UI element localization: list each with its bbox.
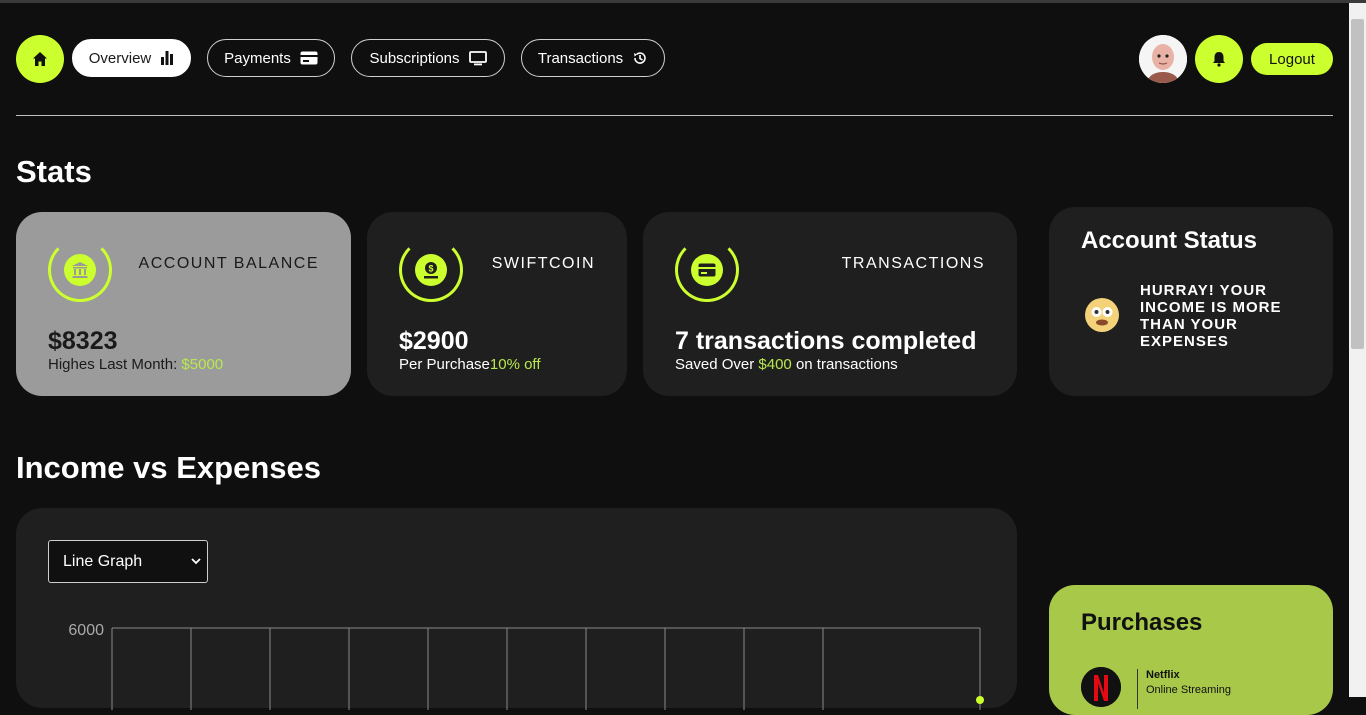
coin-icon: $ [424, 262, 438, 279]
purchase-divider [1137, 669, 1138, 709]
account-status-card: Account Status HURRAY! YOUR INCOME IS MO… [1049, 207, 1333, 396]
purchase-name: Netflix [1146, 669, 1180, 681]
tab-transactions-label: Transactions [537, 49, 624, 67]
graph-type-select[interactable]: Line Graph [48, 540, 208, 583]
bell-icon [1213, 52, 1225, 67]
transactions-ring [675, 238, 739, 302]
graph-type-select-value: Line Graph [63, 552, 143, 570]
user-avatar[interactable] [1139, 35, 1187, 83]
swiftcoin-card: $ SWIFTCOIN $2900 Per Purchase10% off [367, 212, 627, 396]
account-balance-title: ACCOUNT BALANCE [138, 255, 319, 272]
account-balance-sub: Highes Last Month: $5000 [48, 356, 223, 373]
tab-payments[interactable]: Payments [207, 39, 335, 77]
history-icon [634, 52, 646, 64]
account-balance-sub-text: Highes Last Month: [48, 356, 178, 373]
transactions-value: 7 transactions completed [675, 327, 977, 355]
tab-payments-label: Payments [224, 49, 291, 67]
home-button[interactable] [16, 35, 64, 83]
credit-card-icon [300, 51, 318, 65]
home-icon [33, 52, 47, 66]
header-divider [16, 115, 1333, 116]
avatar-image [1139, 35, 1187, 83]
scrollbar-thumb[interactable] [1351, 19, 1364, 349]
transactions-card: TRANSACTIONS 7 transactions completed Sa… [643, 212, 1017, 396]
tab-overview-label: Overview [88, 49, 152, 67]
smiley-emoji-icon [1085, 298, 1119, 332]
chevron-down-icon [191, 558, 201, 565]
notifications-button[interactable] [1195, 35, 1243, 83]
swiftcoin-sub-text: Per Purchase [399, 356, 490, 373]
account-balance-ring [48, 238, 112, 302]
monitor-icon [468, 50, 487, 65]
tab-subscriptions-label: Subscriptions [369, 49, 460, 67]
income-chart-card: Line Graph 6000 [16, 508, 1017, 710]
account-balance-sub-accent: $5000 [181, 356, 224, 373]
y-tick-label: 6000 [68, 622, 104, 639]
swiftcoin-ring: $ [399, 238, 463, 302]
tab-subscriptions[interactable]: Subscriptions [351, 39, 505, 77]
account-balance-card: ACCOUNT BALANCE $8323 Highes Last Month:… [16, 212, 351, 396]
svg-text:$: $ [428, 264, 433, 274]
transactions-sub-suffix: on transactions [795, 356, 898, 373]
tab-overview[interactable]: Overview [72, 39, 191, 77]
transactions-sub-accent: $400 [758, 356, 792, 373]
card-icon [698, 263, 716, 277]
transactions-sub-text: Saved Over [675, 356, 755, 373]
purchases-title: Purchases [1081, 609, 1203, 636]
account-balance-value: $8323 [48, 327, 118, 355]
stats-heading: Stats [16, 154, 92, 189]
logout-button[interactable]: Logout [1251, 43, 1333, 75]
page-scrollbar[interactable] [1349, 3, 1366, 697]
income-expenses-heading: Income vs Expenses [16, 450, 321, 485]
purchase-category: Online Streaming [1146, 684, 1231, 696]
purchases-card: Purchases Netflix Online Streaming [1049, 585, 1333, 715]
bank-icon [72, 262, 88, 278]
tab-transactions[interactable]: Transactions [521, 39, 665, 77]
account-status-message: HURRAY! YOUR INCOME IS MORE THAN YOUR EX… [1140, 282, 1282, 350]
data-point [976, 696, 984, 704]
top-navigation: Overview Payments Subscriptions Transact… [16, 35, 1333, 87]
swiftcoin-value: $2900 [399, 327, 469, 355]
transactions-sub: Saved Over $400 on transactions [675, 356, 898, 373]
swiftcoin-sub-accent: 10% off [489, 356, 541, 373]
bar-chart-icon [161, 51, 174, 65]
account-status-title: Account Status [1081, 227, 1258, 254]
transactions-title: TRANSACTIONS [841, 255, 985, 272]
swiftcoin-title: SWIFTCOIN [491, 255, 595, 272]
swiftcoin-sub: Per Purchase10% off [399, 356, 541, 373]
netflix-logo-icon [1081, 667, 1121, 707]
